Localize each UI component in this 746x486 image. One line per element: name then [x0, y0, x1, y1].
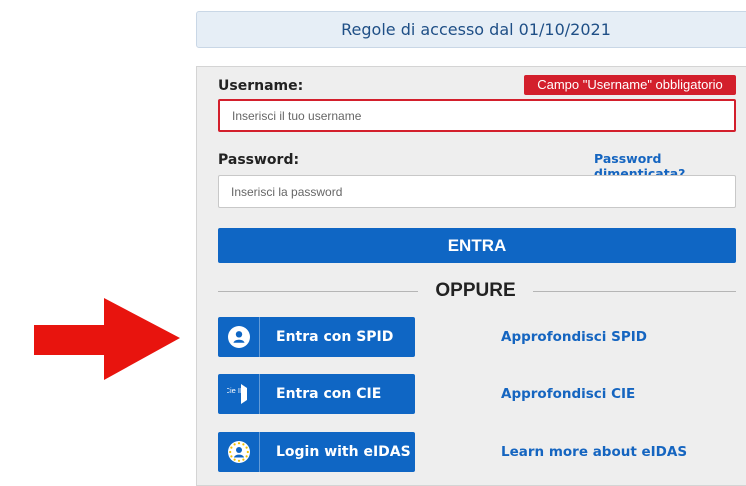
red-arrow-pointer-icon — [34, 298, 180, 380]
separator-line-right — [533, 291, 736, 292]
login-submit-button[interactable]: ENTRA — [218, 228, 736, 263]
learn-more-cie-link[interactable]: Approfondisci CIE — [501, 386, 635, 402]
cie-id-icon: Cie ID — [218, 374, 260, 414]
spid-user-icon — [218, 317, 260, 357]
access-rules-banner[interactable]: Regole di accesso dal 01/10/2021 — [196, 11, 746, 48]
separator-label: OPPURE — [435, 280, 516, 301]
spid-login-button[interactable]: Entra con SPID — [218, 317, 415, 357]
eidas-user-icon — [218, 432, 260, 472]
spid-button-label: Entra con SPID — [276, 329, 394, 345]
eidas-button-label: Login with eIDAS — [276, 444, 411, 460]
cie-button-label: Entra con CIE — [276, 386, 382, 402]
learn-more-eidas-link[interactable]: Learn more about eIDAS — [501, 444, 687, 460]
username-input[interactable] — [218, 99, 736, 132]
password-input[interactable] — [218, 175, 736, 208]
learn-more-spid-link[interactable]: Approfondisci SPID — [501, 329, 647, 345]
username-label: Username: — [218, 78, 304, 94]
password-label: Password: — [218, 152, 300, 168]
eidas-login-button[interactable]: Login with eIDAS — [218, 432, 415, 472]
username-error-badge: Campo "Username" obbligatorio — [524, 75, 736, 95]
cie-login-button[interactable]: Cie ID Entra con CIE — [218, 374, 415, 414]
cie-icon-text-cie: Cie ID — [227, 386, 246, 395]
separator-line-left — [218, 291, 418, 292]
